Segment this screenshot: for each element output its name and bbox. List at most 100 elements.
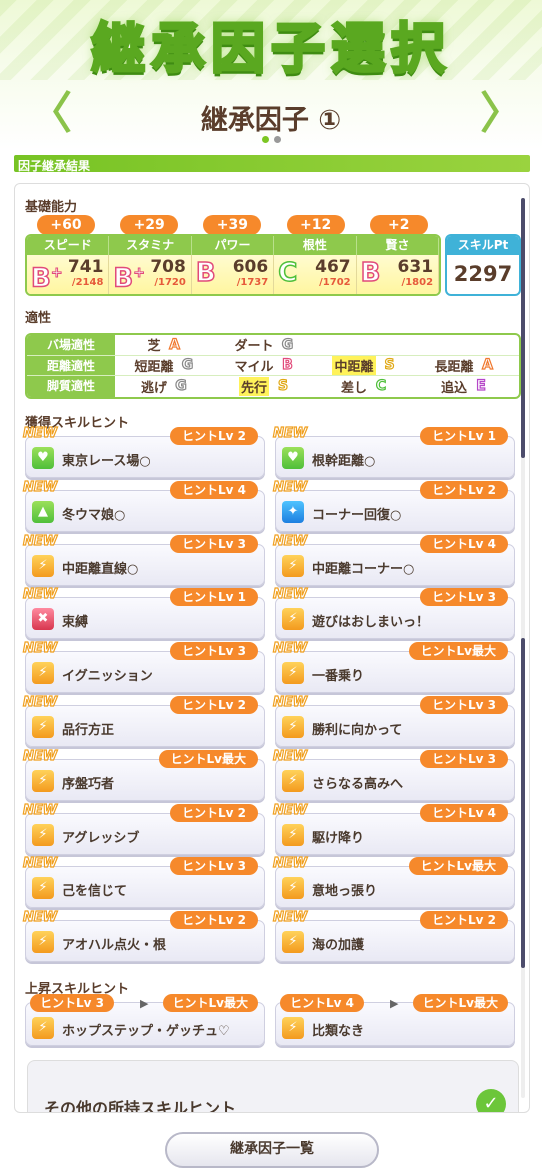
stat-cell-4: B 631/1802: [357, 255, 439, 294]
hint-level-badge: ヒントLv 2: [170, 427, 258, 445]
new-badge: NEW: [272, 802, 308, 818]
result-panel[interactable]: 基礎能力 +60 +29 +39 +12 +2 スピード スタミナ パワー 根性 賢さ B+ 74…: [14, 183, 530, 1113]
skill-name: 品行方正: [62, 723, 115, 738]
new-badge: NEW: [22, 694, 58, 710]
stat-cell-3: C 467/1702: [274, 255, 357, 294]
skill-name: 意地っ張り: [312, 884, 378, 900]
skill-hint-card[interactable]: ⚡ 中距離直線○ ヒントLv 3 NEW: [22, 533, 265, 586]
stat-grade: B+: [113, 263, 146, 294]
skill-hint-card[interactable]: ⚡ 序盤巧者 ヒントLv最大 NEW: [22, 748, 265, 801]
hint-level-badge: ヒントLv 2: [170, 911, 258, 930]
banner-title: 継承因子選択: [90, 16, 451, 82]
aptitude-item: 差し C: [315, 377, 415, 396]
other-hints-toggle[interactable]: その他の所持スキルヒント ✓: [27, 1060, 519, 1113]
page-dot: [274, 136, 281, 143]
new-badge: NEW: [22, 533, 58, 549]
aptitude-grade: G: [281, 336, 294, 353]
aptitude-grade: S: [384, 357, 395, 374]
stat-name-0: スピード: [27, 236, 110, 255]
new-badge: NEW: [272, 587, 308, 603]
section-bar-label: 因子継承結果: [18, 159, 91, 173]
skill-hint-card[interactable]: ♥ 東京レース場○ ヒントLv 2 NEW: [22, 425, 265, 478]
skill-name: 海の加護: [312, 938, 365, 954]
skill-hint-card[interactable]: ▲ 冬ウマ娘○ ヒントLv 4 NEW: [22, 479, 265, 532]
hint-level-badge: ヒントLv最大: [408, 857, 508, 876]
aptitude-item: 芝A: [115, 335, 215, 354]
aptitude-name: 先行: [238, 376, 269, 396]
arrow-right-icon: ▶: [390, 997, 399, 1010]
stat-value: 467: [315, 257, 351, 277]
aptitude-name: ダート: [234, 339, 274, 355]
aptitude-name: 追込: [440, 380, 467, 396]
skill-hint-card[interactable]: ⚡ 中距離コーナー○ ヒントLv 4 NEW: [272, 533, 515, 586]
aptitude-item: 短距離 G: [115, 356, 215, 375]
page-dots: [262, 136, 281, 143]
new-badge: NEW: [22, 910, 58, 926]
skill-hint-card[interactable]: ⚡ 勝利に向かって ヒントLv 3 NEW: [272, 694, 515, 747]
skill-hint-card[interactable]: ⚡ 己を信じて ヒントLv 3 NEW: [22, 856, 265, 909]
factor-list-button[interactable]: 継承因子一覧: [165, 1132, 379, 1168]
scrollbar[interactable]: [521, 198, 525, 1098]
stat-name-2: パワー: [192, 236, 275, 255]
skill-hint-card[interactable]: ✖ 束縛 ヒントLv 1 NEW: [22, 587, 265, 640]
skill-name: アオハル点火・根: [62, 938, 167, 954]
hint-to-badge: ヒントLv最大: [412, 994, 508, 1012]
skill-hint-card[interactable]: ♥ 根幹距離○ ヒントLv 1 NEW: [272, 425, 515, 478]
hint-level-badge: ヒントLv 4: [420, 803, 508, 822]
stat-bonus-badge: +60: [37, 215, 95, 235]
speed-icon: ⚡: [32, 554, 54, 577]
skill-hint-card[interactable]: ⚡ 海の加護 ヒントLv 2 NEW: [272, 910, 515, 963]
skill-hint-card[interactable]: ⚡ 品行方正 ヒントLv 2 NEW: [22, 694, 265, 747]
hint-from-badge: ヒントLv 4: [280, 994, 364, 1012]
hint-level-badge: ヒントLv 4: [170, 480, 258, 499]
hint-from-badge: ヒントLv 3: [30, 994, 114, 1012]
skill-name: 冬ウマ娘○: [62, 507, 126, 523]
other-hints-label: その他の所持スキルヒント: [44, 1099, 237, 1113]
skill-hint-card[interactable]: ⚡ 駆け降り ヒントLv 4 NEW: [272, 802, 515, 855]
new-badge: NEW: [272, 641, 308, 657]
green-buff-icon: ▲: [32, 500, 54, 523]
hint-level-badge: ヒントLv 3: [170, 534, 258, 553]
stat-value: 606: [232, 257, 269, 277]
upgrade-hint-card[interactable]: ⚡ ホップステップ・ゲッチュ♡ ヒントLv 3 ▶ ヒントLv最大: [25, 994, 265, 1046]
stat-max: /1802: [401, 277, 434, 288]
aptitude-grade: E: [476, 378, 487, 395]
speed-icon: ⚡: [32, 716, 54, 738]
stat-grade: C: [277, 258, 298, 288]
new-badge: NEW: [22, 802, 58, 818]
chevron-down-icon[interactable]: ✓: [476, 1089, 506, 1112]
speed-icon: ⚡: [282, 931, 304, 954]
skill-name: アグレッシブ: [62, 830, 140, 846]
aptitude-grade: G: [181, 357, 194, 374]
hint-level-badge: ヒントLv 2: [420, 480, 508, 499]
aptitude-row-label: 脚質適性: [27, 376, 115, 397]
skill-hint-card[interactable]: ⚡ アグレッシブ ヒントLv 2 NEW: [22, 802, 265, 855]
factor-subtitle: 継承因子 ①: [200, 105, 342, 136]
stat-bonus-badge: +39: [203, 215, 262, 235]
stat-value: 741: [67, 257, 104, 277]
skill-hint-card[interactable]: ⚡ イグニッション ヒントLv 3 NEW: [22, 641, 265, 694]
skill-hint-card[interactable]: ⚡ さらなる高みへ ヒントLv 3 NEW: [272, 748, 515, 801]
skill-hint-card[interactable]: ✦ コーナー回復○ ヒントLv 2 NEW: [272, 479, 515, 532]
hint-level-badge: ヒントLv 1: [170, 588, 258, 607]
skill-hint-card[interactable]: ⚡ 意地っ張り ヒントLv最大 NEW: [272, 856, 515, 909]
skill-hint-card[interactable]: ⚡ 遊びはおしまいっ！ ヒントLv 3 NEW: [272, 587, 515, 640]
new-badge: NEW: [272, 533, 308, 549]
speed-icon: ⚡: [32, 877, 54, 900]
aptitude-grade: A: [168, 336, 180, 353]
hint-level-badge: ヒントLv 3: [420, 696, 508, 714]
speed-icon: ⚡: [282, 769, 304, 792]
speed-icon: ⚡: [32, 931, 54, 954]
skill-hint-card[interactable]: ⚡ アオハル点火・根 ヒントLv 2 NEW: [22, 910, 265, 963]
upgrade-hint-card[interactable]: ⚡ 比類なき ヒントLv 4 ▶ ヒントLv最大: [275, 994, 515, 1046]
skill-hint-card[interactable]: ⚡ 一番乗り ヒントLv最大 NEW: [272, 641, 515, 694]
hint-level-badge: ヒントLv 3: [170, 857, 258, 876]
speed-icon: ⚡: [32, 1017, 54, 1039]
aptitude-grade: A: [481, 357, 493, 374]
stat-name-3: 根性: [274, 236, 357, 255]
aptitude-item: 逃げ G: [115, 377, 215, 396]
hint-to-badge: ヒントLv最大: [162, 994, 258, 1012]
stat-bonus-badge: +29: [120, 215, 179, 235]
aptitude-grade: S: [277, 378, 289, 395]
aptitude-item: 先行 S: [215, 376, 315, 396]
